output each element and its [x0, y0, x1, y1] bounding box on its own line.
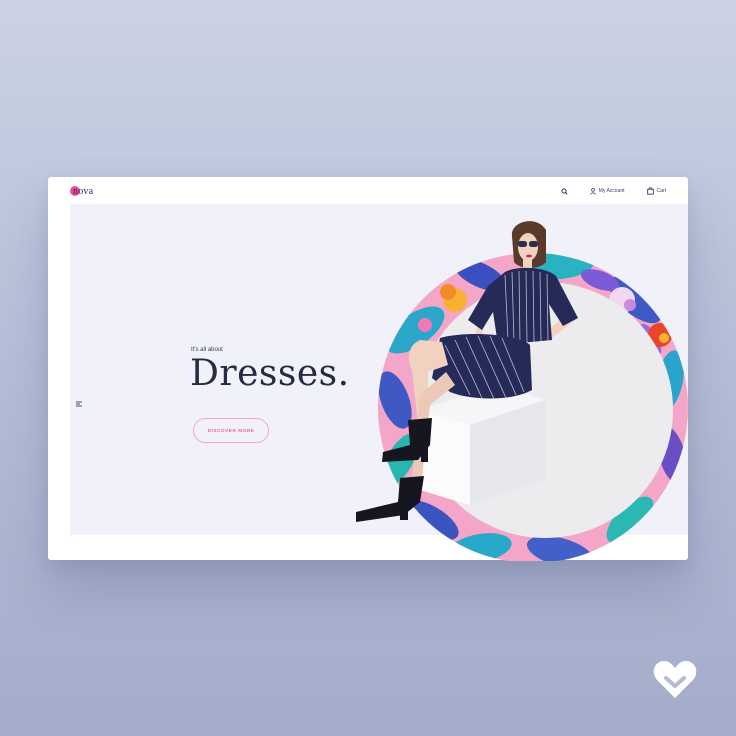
logo-text: nova [73, 185, 94, 197]
my-account-label: My Account [598, 188, 625, 194]
my-account-link[interactable]: My Account [590, 187, 625, 195]
hero-section: It's all about Dresses. DISCOVER MORE [70, 204, 688, 535]
header-nav: My Account Cart [539, 185, 666, 197]
heart-logo-icon [653, 661, 697, 698]
user-icon [590, 187, 596, 195]
search-icon [561, 187, 568, 195]
hero-headline: Dresses. [190, 353, 350, 394]
website-card: nova My Account Cart It's all about Dres… [48, 177, 688, 560]
header-bar: nova My Account Cart [48, 177, 688, 204]
cart-label: Cart [656, 188, 666, 194]
shopping-bag-icon [646, 187, 654, 195]
search-button[interactable] [561, 187, 568, 195]
cart-link[interactable]: Cart [646, 187, 666, 195]
menu-lines-icon[interactable] [76, 394, 83, 412]
discover-more-button[interactable]: DISCOVER MORE [193, 418, 269, 443]
logo[interactable]: nova [70, 184, 94, 198]
